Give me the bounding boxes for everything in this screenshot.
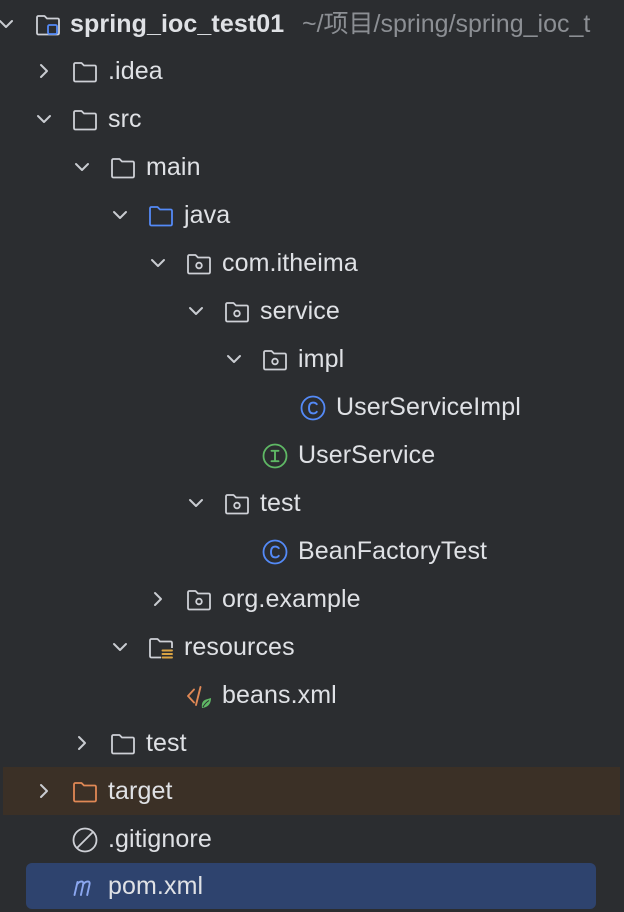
package-icon bbox=[261, 346, 289, 374]
resources-folder-icon bbox=[147, 634, 175, 662]
folder-icon bbox=[71, 106, 99, 134]
tree-item-label: org.example bbox=[222, 585, 361, 613]
tree-item-label: .idea bbox=[108, 57, 163, 85]
tree-row-pom-xml[interactable]: pom.xml bbox=[26, 863, 596, 909]
tree-item-label: BeanFactoryTest bbox=[298, 537, 488, 565]
chevron-down-icon[interactable] bbox=[108, 635, 132, 659]
tree-row-bean-factory-test[interactable]: BeanFactoryTest bbox=[0, 527, 624, 575]
chevron-down-icon[interactable] bbox=[0, 12, 18, 36]
tree-row-project-root[interactable]: spring_ioc_test01 ~/项目/spring/spring_ioc… bbox=[0, 0, 624, 48]
tree-row-com-itheima[interactable]: com.itheima bbox=[0, 239, 624, 287]
tree-row-target[interactable]: target bbox=[3, 767, 620, 815]
java-class-icon bbox=[261, 538, 289, 566]
package-icon bbox=[223, 490, 251, 518]
tree-item-label: test bbox=[260, 489, 301, 517]
tree-row-user-service[interactable]: UserService bbox=[0, 431, 624, 479]
project-path: ~/项目/spring/spring_ioc_t bbox=[302, 10, 591, 38]
chevron-right-icon[interactable] bbox=[32, 779, 56, 803]
tree-row-impl[interactable]: impl bbox=[0, 335, 624, 383]
tree-item-label: com.itheima bbox=[222, 249, 358, 277]
tree-row-beans-xml[interactable]: beans.xml bbox=[0, 671, 624, 719]
module-folder-icon bbox=[34, 11, 62, 39]
tree-row-src[interactable]: src bbox=[0, 95, 624, 143]
project-tree: spring_ioc_test01 ~/项目/spring/spring_ioc… bbox=[0, 0, 624, 912]
chevron-down-icon[interactable] bbox=[70, 155, 94, 179]
tree-item-label: UserServiceImpl bbox=[336, 393, 521, 421]
source-folder-icon bbox=[147, 202, 175, 230]
tree-item-label: service bbox=[260, 297, 340, 325]
tree-row-test-folder[interactable]: test bbox=[0, 719, 624, 767]
chevron-down-icon[interactable] bbox=[146, 251, 170, 275]
java-class-icon bbox=[299, 394, 327, 422]
tree-item-label: target bbox=[108, 777, 173, 805]
tree-row-main[interactable]: main bbox=[0, 143, 624, 191]
tree-item-label: src bbox=[108, 105, 142, 133]
maven-icon bbox=[71, 873, 99, 901]
package-icon bbox=[185, 586, 213, 614]
package-icon bbox=[185, 250, 213, 278]
chevron-down-icon[interactable] bbox=[184, 491, 208, 515]
package-icon bbox=[223, 298, 251, 326]
tree-item-label: main bbox=[146, 153, 201, 181]
tree-row-test-package[interactable]: test bbox=[0, 479, 624, 527]
tree-row-org-example[interactable]: org.example bbox=[0, 575, 624, 623]
chevron-right-icon[interactable] bbox=[32, 59, 56, 83]
tree-row-gitignore[interactable]: .gitignore bbox=[0, 815, 624, 863]
tree-row-java[interactable]: java bbox=[0, 191, 624, 239]
tree-item-label: beans.xml bbox=[222, 681, 337, 709]
tree-row-idea[interactable]: .idea bbox=[0, 47, 624, 95]
tree-item-label: resources bbox=[184, 633, 295, 661]
tree-row-resources[interactable]: resources bbox=[0, 623, 624, 671]
java-interface-icon bbox=[261, 442, 289, 470]
chevron-down-icon[interactable] bbox=[184, 299, 208, 323]
project-name: spring_ioc_test01 bbox=[70, 10, 285, 38]
excluded-folder-icon bbox=[71, 778, 99, 806]
tree-item-label: impl bbox=[298, 345, 345, 373]
tree-row-service[interactable]: service bbox=[0, 287, 624, 335]
chevron-down-icon[interactable] bbox=[222, 347, 246, 371]
folder-icon bbox=[109, 154, 137, 182]
tree-item-label: java bbox=[184, 201, 231, 229]
tree-item-label: UserService bbox=[298, 441, 436, 469]
ignore-file-icon bbox=[71, 826, 99, 854]
chevron-down-icon[interactable] bbox=[108, 203, 132, 227]
chevron-right-icon[interactable] bbox=[146, 587, 170, 611]
folder-icon bbox=[109, 730, 137, 758]
tree-row-user-service-impl[interactable]: UserServiceImpl bbox=[0, 383, 624, 431]
xml-file-icon bbox=[185, 682, 213, 710]
tree-item-label: .gitignore bbox=[108, 825, 212, 853]
tree-item-label: pom.xml bbox=[108, 872, 204, 900]
chevron-right-icon[interactable] bbox=[70, 731, 94, 755]
tree-item-label: test bbox=[146, 729, 187, 757]
folder-icon bbox=[71, 58, 99, 86]
chevron-down-icon[interactable] bbox=[32, 107, 56, 131]
